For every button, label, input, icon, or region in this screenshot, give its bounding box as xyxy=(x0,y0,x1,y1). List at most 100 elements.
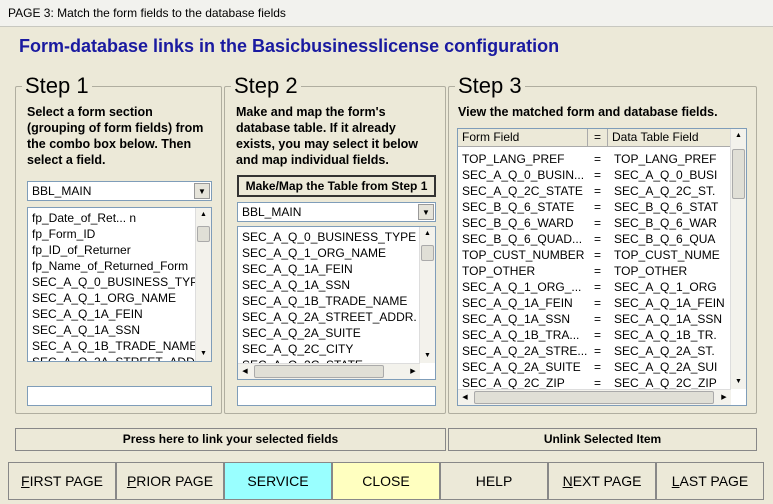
list-item[interactable]: SEC_A_Q_2A_STREET_ADDR xyxy=(28,354,211,361)
list-item[interactable]: SEC_A_Q_2A_SUITE xyxy=(238,325,435,341)
equals-cell: = xyxy=(594,328,602,342)
step1-description: Select a form section (grouping of form f… xyxy=(27,105,204,167)
scroll-thumb[interactable] xyxy=(421,245,434,261)
first-page-button[interactable]: FIRST PAGE xyxy=(8,462,116,500)
step1-legend: Step 1 xyxy=(22,73,92,99)
data-table-field-cell: SEC_B_Q_6_STAT xyxy=(614,200,719,214)
list-item[interactable]: SEC_A_Q_1A_FEIN xyxy=(238,261,435,277)
scroll-left-icon[interactable]: ◀ xyxy=(458,390,472,405)
list-item[interactable]: SEC_A_Q_1A_SSN xyxy=(238,277,435,293)
equals-cell: = xyxy=(594,232,602,246)
scroll-down-icon[interactable]: ▼ xyxy=(731,375,746,389)
make-map-table-button[interactable]: Make/Map the Table from Step 1 xyxy=(237,175,436,197)
scroll-thumb[interactable] xyxy=(474,391,714,404)
data-table-field-header[interactable]: Data Table Field xyxy=(608,129,731,146)
list-item[interactable]: SEC_A_Q_1_ORG_NAME xyxy=(238,245,435,261)
data-table-field-cell: SEC_B_Q_6_WAR xyxy=(614,216,717,230)
scroll-up-icon[interactable]: ▲ xyxy=(731,129,746,143)
equals-cell: = xyxy=(594,152,602,166)
table-row[interactable]: TOP_LANG_PREF = TOP_LANG_PREF xyxy=(458,151,731,167)
matched-fields-grid[interactable]: Form Field = Data Table Field TOP_LANG_P… xyxy=(457,128,747,406)
form-field-cell: SEC_B_Q_6_STATE xyxy=(462,200,575,214)
service-button[interactable]: SERVICE xyxy=(224,462,332,500)
table-row[interactable]: SEC_B_Q_6_WARD = SEC_B_Q_6_WAR xyxy=(458,215,731,231)
table-row[interactable]: SEC_A_Q_2A_STRE... = SEC_A_Q_2A_ST. xyxy=(458,343,731,359)
table-row[interactable]: TOP_OTHER = TOP_OTHER xyxy=(458,263,731,279)
table-row[interactable]: SEC_A_Q_2A_SUITE = SEC_A_Q_2A_SUI xyxy=(458,359,731,375)
form-field-cell: SEC_A_Q_1B_TRA... xyxy=(462,328,580,342)
page-heading: Form-database links in the Basicbusiness… xyxy=(19,36,560,56)
scroll-right-icon[interactable]: ▶ xyxy=(406,364,420,379)
list-item[interactable]: fp_ID_of_Returner xyxy=(28,242,211,258)
step1-field-list[interactable]: fp_Date_of_Ret... n fp_Form_ID fp_ID_of_Re… xyxy=(27,207,212,362)
link-fields-button[interactable]: Press here to link your selected fields xyxy=(15,428,446,451)
table-row[interactable]: SEC_A_Q_1A_FEIN = SEC_A_Q_1A_FEIN xyxy=(458,295,731,311)
table-row[interactable]: SEC_B_Q_6_QUAD... = SEC_B_Q_6_QUA xyxy=(458,231,731,247)
prior-page-button[interactable]: PRIOR PAGE xyxy=(116,462,224,500)
data-table-field-cell: SEC_A_Q_1_ORG xyxy=(614,280,717,294)
scroll-up-icon[interactable]: ▲ xyxy=(420,227,435,241)
grid-hscrollbar[interactable]: ◀ ▶ xyxy=(458,389,731,405)
table-row[interactable]: SEC_A_Q_2C_STATE = SEC_A_Q_2C_ST. xyxy=(458,183,731,199)
scroll-up-icon[interactable]: ▲ xyxy=(196,208,211,222)
equals-cell: = xyxy=(594,168,602,182)
scroll-thumb[interactable] xyxy=(197,226,210,242)
list-item[interactable]: SEC_A_Q_2A_STREET_ADDR. xyxy=(238,309,435,325)
step2-description: Make and map the form's database table. I… xyxy=(236,105,419,167)
last-page-button[interactable]: LAST PAGE xyxy=(656,462,764,500)
step2-table-combo[interactable]: BBL_MAIN ▼ xyxy=(237,202,436,222)
equals-cell: = xyxy=(594,264,602,278)
list-item[interactable]: SEC_A_Q_1A_SSN xyxy=(28,322,211,338)
grid-vscrollbar[interactable]: ▲ ▼ xyxy=(730,129,746,389)
step1-textbox[interactable] xyxy=(27,386,212,406)
unlink-item-button[interactable]: Unlink Selected Item xyxy=(448,428,757,451)
form-field-cell: SEC_A_Q_2C_STATE xyxy=(462,184,583,198)
list-item[interactable]: SEC_A_Q_0_BUSINESS_TYPE xyxy=(28,274,211,290)
step1-list-scrollbar[interactable]: ▲ ▼ xyxy=(195,208,211,361)
equals-cell: = xyxy=(594,248,602,262)
list-item[interactable]: SEC_A_Q_1B_TRADE_NAME xyxy=(28,338,211,354)
help-button[interactable]: HELP xyxy=(440,462,548,500)
list-item[interactable]: SEC_A_Q_1B_TRADE_NAME xyxy=(238,293,435,309)
step1-combo-value: BBL_MAIN xyxy=(32,184,92,198)
step1-section-combo[interactable]: BBL_MAIN ▼ xyxy=(27,181,212,201)
equals-cell: = xyxy=(594,216,602,230)
list-item[interactable]: fp_Form_ID xyxy=(28,226,211,242)
form-field-header[interactable]: Form Field xyxy=(458,129,588,146)
chevron-down-icon[interactable]: ▼ xyxy=(194,183,210,199)
scroll-left-icon[interactable]: ◀ xyxy=(238,364,252,379)
grid-header: Form Field = Data Table Field xyxy=(458,129,731,147)
equals-cell: = xyxy=(594,200,602,214)
data-table-field-cell: SEC_A_Q_2A_ST. xyxy=(614,344,715,358)
table-row[interactable]: SEC_B_Q_6_STATE = SEC_B_Q_6_STAT xyxy=(458,199,731,215)
table-row[interactable]: TOP_CUST_NUMBER = TOP_CUST_NUME xyxy=(458,247,731,263)
list-item[interactable]: fp_Name_of_Returned_Form xyxy=(28,258,211,274)
scroll-down-icon[interactable]: ▼ xyxy=(196,347,211,361)
equals-header[interactable]: = xyxy=(588,129,608,146)
form-field-cell: TOP_CUST_NUMBER xyxy=(462,248,585,262)
step2-list-hscrollbar[interactable]: ◀ ▶ xyxy=(238,363,420,379)
form-field-cell: SEC_B_Q_6_QUAD... xyxy=(462,232,583,246)
data-table-field-cell: SEC_A_Q_2C_ST. xyxy=(614,184,716,198)
scroll-thumb[interactable] xyxy=(732,149,745,199)
chevron-down-icon[interactable]: ▼ xyxy=(418,204,434,220)
scroll-down-icon[interactable]: ▼ xyxy=(420,349,435,363)
equals-cell: = xyxy=(594,184,602,198)
form-field-cell: TOP_LANG_PREF xyxy=(462,152,565,166)
table-row[interactable]: SEC_A_Q_0_BUSIN... = SEC_A_Q_0_BUSI xyxy=(458,167,731,183)
close-button[interactable]: CLOSE xyxy=(332,462,440,500)
step2-list-vscrollbar[interactable]: ▲ ▼ xyxy=(419,227,435,363)
list-item[interactable]: SEC_A_Q_1A_FEIN xyxy=(28,306,211,322)
list-item[interactable]: SEC_A_Q_0_BUSINESS_TYPE xyxy=(238,229,435,245)
list-item[interactable]: fp_Date_of_Ret... n xyxy=(28,210,211,226)
step2-field-list[interactable]: SEC_A_Q_0_BUSINESS_TYPE SEC_A_Q_1_ORG_NAM… xyxy=(237,226,436,380)
scroll-thumb[interactable] xyxy=(254,365,384,378)
table-row[interactable]: SEC_A_Q_1A_SSN = SEC_A_Q_1A_SSN xyxy=(458,311,731,327)
table-row[interactable]: SEC_A_Q_1B_TRA... = SEC_A_Q_1B_TR. xyxy=(458,327,731,343)
list-item[interactable]: SEC_A_Q_1_ORG_NAME xyxy=(28,290,211,306)
step2-textbox[interactable] xyxy=(237,386,436,406)
scroll-right-icon[interactable]: ▶ xyxy=(717,390,731,405)
table-row[interactable]: SEC_A_Q_1_ORG_... = SEC_A_Q_1_ORG xyxy=(458,279,731,295)
next-page-button[interactable]: NEXT PAGE xyxy=(548,462,656,500)
list-item[interactable]: SEC_A_Q_2C_CITY xyxy=(238,341,435,357)
